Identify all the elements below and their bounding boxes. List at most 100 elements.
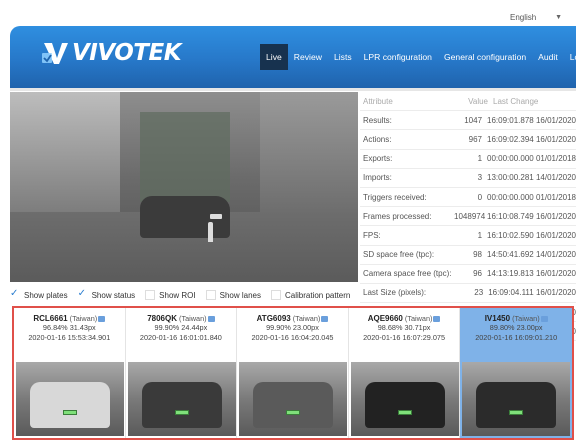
checkbox[interactable] bbox=[271, 290, 281, 300]
result-thumbnail[interactable] bbox=[462, 362, 571, 436]
checkmark-icon[interactable] bbox=[10, 288, 20, 300]
nav-item-audit[interactable]: Audit bbox=[532, 44, 564, 70]
video-cone bbox=[208, 222, 213, 242]
stats-row: Results: 1047 16:09:01.878 16/01/2020 bbox=[360, 111, 576, 131]
stats-value: 98 bbox=[473, 250, 483, 260]
option-show-plates[interactable]: Show plates bbox=[10, 288, 68, 300]
video-trees bbox=[140, 112, 230, 202]
nav-item-review[interactable]: Review bbox=[288, 44, 328, 70]
stats-last-change: 16:09:02.394 16/01/2020 bbox=[487, 134, 576, 144]
result-timestamp: 2020-01-16 16:04:20.045 bbox=[251, 332, 334, 342]
stats-last-change: 16:09:04.111 16/01/2020 bbox=[488, 288, 576, 298]
result-card[interactable]: AQE9660 (Taiwan) 98.68% 30.71px 2020-01-16… bbox=[349, 308, 461, 438]
checkbox[interactable] bbox=[205, 290, 216, 300]
nav-item-lpr-configuration[interactable]: LPR configuration bbox=[358, 44, 438, 70]
result-timestamp: 2020-01-16 16:01:01.840 bbox=[139, 332, 222, 342]
stats-last-change: 16:10:08.749 16/01/2020 bbox=[487, 211, 576, 221]
stats-table: Attribute Value Last Change Results: 1047… bbox=[360, 92, 576, 342]
confidence: 98.68% bbox=[377, 323, 403, 333]
result-card[interactable]: IV1450 (Taiwan) 89.80% 23.00px 2020-01-16 … bbox=[460, 308, 572, 438]
value-header: Value bbox=[468, 96, 488, 106]
confidence: 96.84% bbox=[42, 323, 68, 333]
live-video[interactable] bbox=[10, 92, 358, 282]
stats-attribute: FPS: bbox=[363, 230, 381, 240]
result-timestamp: 2020-01-16 16:09:01.210 bbox=[475, 332, 558, 342]
flag-icon bbox=[433, 316, 441, 323]
stats-attribute: Imports: bbox=[363, 173, 392, 183]
vivotek-logo-icon bbox=[42, 40, 70, 66]
plate-size: 24.44px bbox=[181, 323, 208, 333]
option-show-lanes[interactable]: Show lanes bbox=[205, 290, 261, 300]
plate-country: (Taiwan) bbox=[292, 314, 321, 323]
flag-icon bbox=[540, 316, 548, 323]
header-divider bbox=[10, 88, 576, 91]
stats-value: 23 bbox=[474, 288, 484, 298]
result-card[interactable]: 7806QK (Taiwan) 99.90% 24.44px 2020-01-16 … bbox=[126, 308, 238, 438]
stats-last-change: 14:50:41.692 14/01/2020 bbox=[487, 250, 576, 260]
stats-last-change: 16:09:01.878 16/01/2020 bbox=[487, 115, 576, 125]
result-info: ATG6093 (Taiwan) 99.90% 23.00px 2020-01-16… bbox=[237, 308, 348, 360]
stats-row: FPS: 1 16:10:02.590 16/01/2020 bbox=[360, 226, 576, 246]
plate-size: 30.71px bbox=[404, 323, 431, 333]
chevron-down-icon: ▼ bbox=[555, 13, 562, 21]
plate-highlight bbox=[286, 410, 301, 415]
result-thumbnail[interactable] bbox=[16, 362, 124, 436]
stats-row: Last Size (pixels): 23 16:09:04.111 16/01/… bbox=[360, 284, 576, 304]
stats-row: Exports: 1 00:00:00.000 01/01/2018 bbox=[360, 150, 576, 169]
nav-item-live[interactable]: Live bbox=[260, 44, 288, 70]
stats-value: 1048974 bbox=[454, 211, 486, 221]
result-info: IV1450 (Taiwan) 89.80% 23.00px 2020-01-16 … bbox=[460, 308, 572, 360]
car-image bbox=[364, 382, 445, 428]
plate-number: AQE9660 bbox=[367, 314, 403, 323]
result-timestamp: 2020-01-16 16:07:29.075 bbox=[363, 332, 446, 342]
video-building-right bbox=[260, 92, 358, 222]
stats-row: Actions: 967 16:09:02.394 16/01/2020 bbox=[360, 130, 576, 150]
plate-size: 31.43px bbox=[69, 323, 96, 333]
attribute-header: Attribute bbox=[363, 96, 393, 106]
last-change-header: Last Change bbox=[493, 96, 539, 106]
language-value: English bbox=[510, 12, 537, 22]
stats-last-change: 16:10:02.590 16/01/2020 bbox=[487, 230, 576, 240]
option-label: Show status bbox=[91, 290, 136, 300]
stats-row: SD space free (tpc): 98 14:50:41.692 14/01… bbox=[360, 246, 576, 265]
stats-last-change: 13:00:00.281 14/01/2020 bbox=[487, 173, 576, 183]
nav-item-general-configuration[interactable]: General configuration bbox=[438, 44, 532, 70]
car-image bbox=[141, 382, 222, 428]
plate-country: (Taiwan) bbox=[512, 314, 540, 323]
stats-value: 3 bbox=[477, 173, 483, 183]
stats-value: 96 bbox=[473, 269, 483, 279]
language-select[interactable]: English ▼ bbox=[506, 8, 566, 26]
video-plate bbox=[210, 214, 222, 219]
result-info: 7806QK (Taiwan) 99.90% 24.44px 2020-01-16 … bbox=[126, 308, 237, 360]
confidence: 99.90% bbox=[154, 323, 180, 333]
plate-size: 23.00px bbox=[292, 323, 319, 333]
result-info: RCL6661 (Taiwan) 96.84% 31.43px 2020-01-16… bbox=[14, 308, 125, 360]
stats-row: Frames processed: 1048974 16:10:08.749 16/… bbox=[360, 207, 576, 227]
plate-highlight bbox=[174, 410, 189, 415]
stats-attribute: Exports: bbox=[363, 154, 393, 164]
app-header: VIVOTEK Live Review Lists LPR configuration… bbox=[10, 26, 576, 88]
stats-attribute: Last Size (pixels): bbox=[363, 288, 427, 298]
stats-value: 1047 bbox=[464, 115, 483, 125]
result-thumbnail[interactable] bbox=[350, 362, 459, 436]
result-thumbnail[interactable] bbox=[239, 362, 348, 436]
option-show-status[interactable]: Show status bbox=[78, 288, 136, 300]
stats-last-change: 14:13:19.813 16/01/2020 bbox=[487, 269, 576, 279]
option-calibration-pattern[interactable]: Calibration pattern bbox=[271, 290, 350, 300]
plate-size: 23.00px bbox=[516, 323, 543, 333]
checkbox[interactable] bbox=[145, 290, 156, 300]
plate-highlight bbox=[509, 410, 524, 415]
car-image bbox=[476, 382, 557, 428]
option-show-roi[interactable]: Show ROI bbox=[145, 290, 196, 300]
brand-name: VIVOTEK bbox=[72, 40, 182, 66]
plate-country: (Taiwan) bbox=[69, 314, 98, 323]
nav-item-logs[interactable]: Logs bbox=[564, 44, 576, 70]
checkmark-icon[interactable] bbox=[78, 288, 88, 300]
result-thumbnail[interactable] bbox=[127, 362, 236, 436]
result-card[interactable]: RCL6661 (Taiwan) 96.84% 31.43px 2020-01-16… bbox=[14, 308, 126, 438]
nav-item-lists[interactable]: Lists bbox=[328, 44, 358, 70]
result-info: AQE9660 (Taiwan) 98.68% 30.71px 2020-01-16… bbox=[349, 308, 460, 360]
result-card[interactable]: ATG6093 (Taiwan) 99.90% 23.00px 2020-01-16… bbox=[237, 308, 349, 438]
plate-highlight bbox=[397, 410, 412, 415]
flag-icon bbox=[207, 316, 215, 323]
